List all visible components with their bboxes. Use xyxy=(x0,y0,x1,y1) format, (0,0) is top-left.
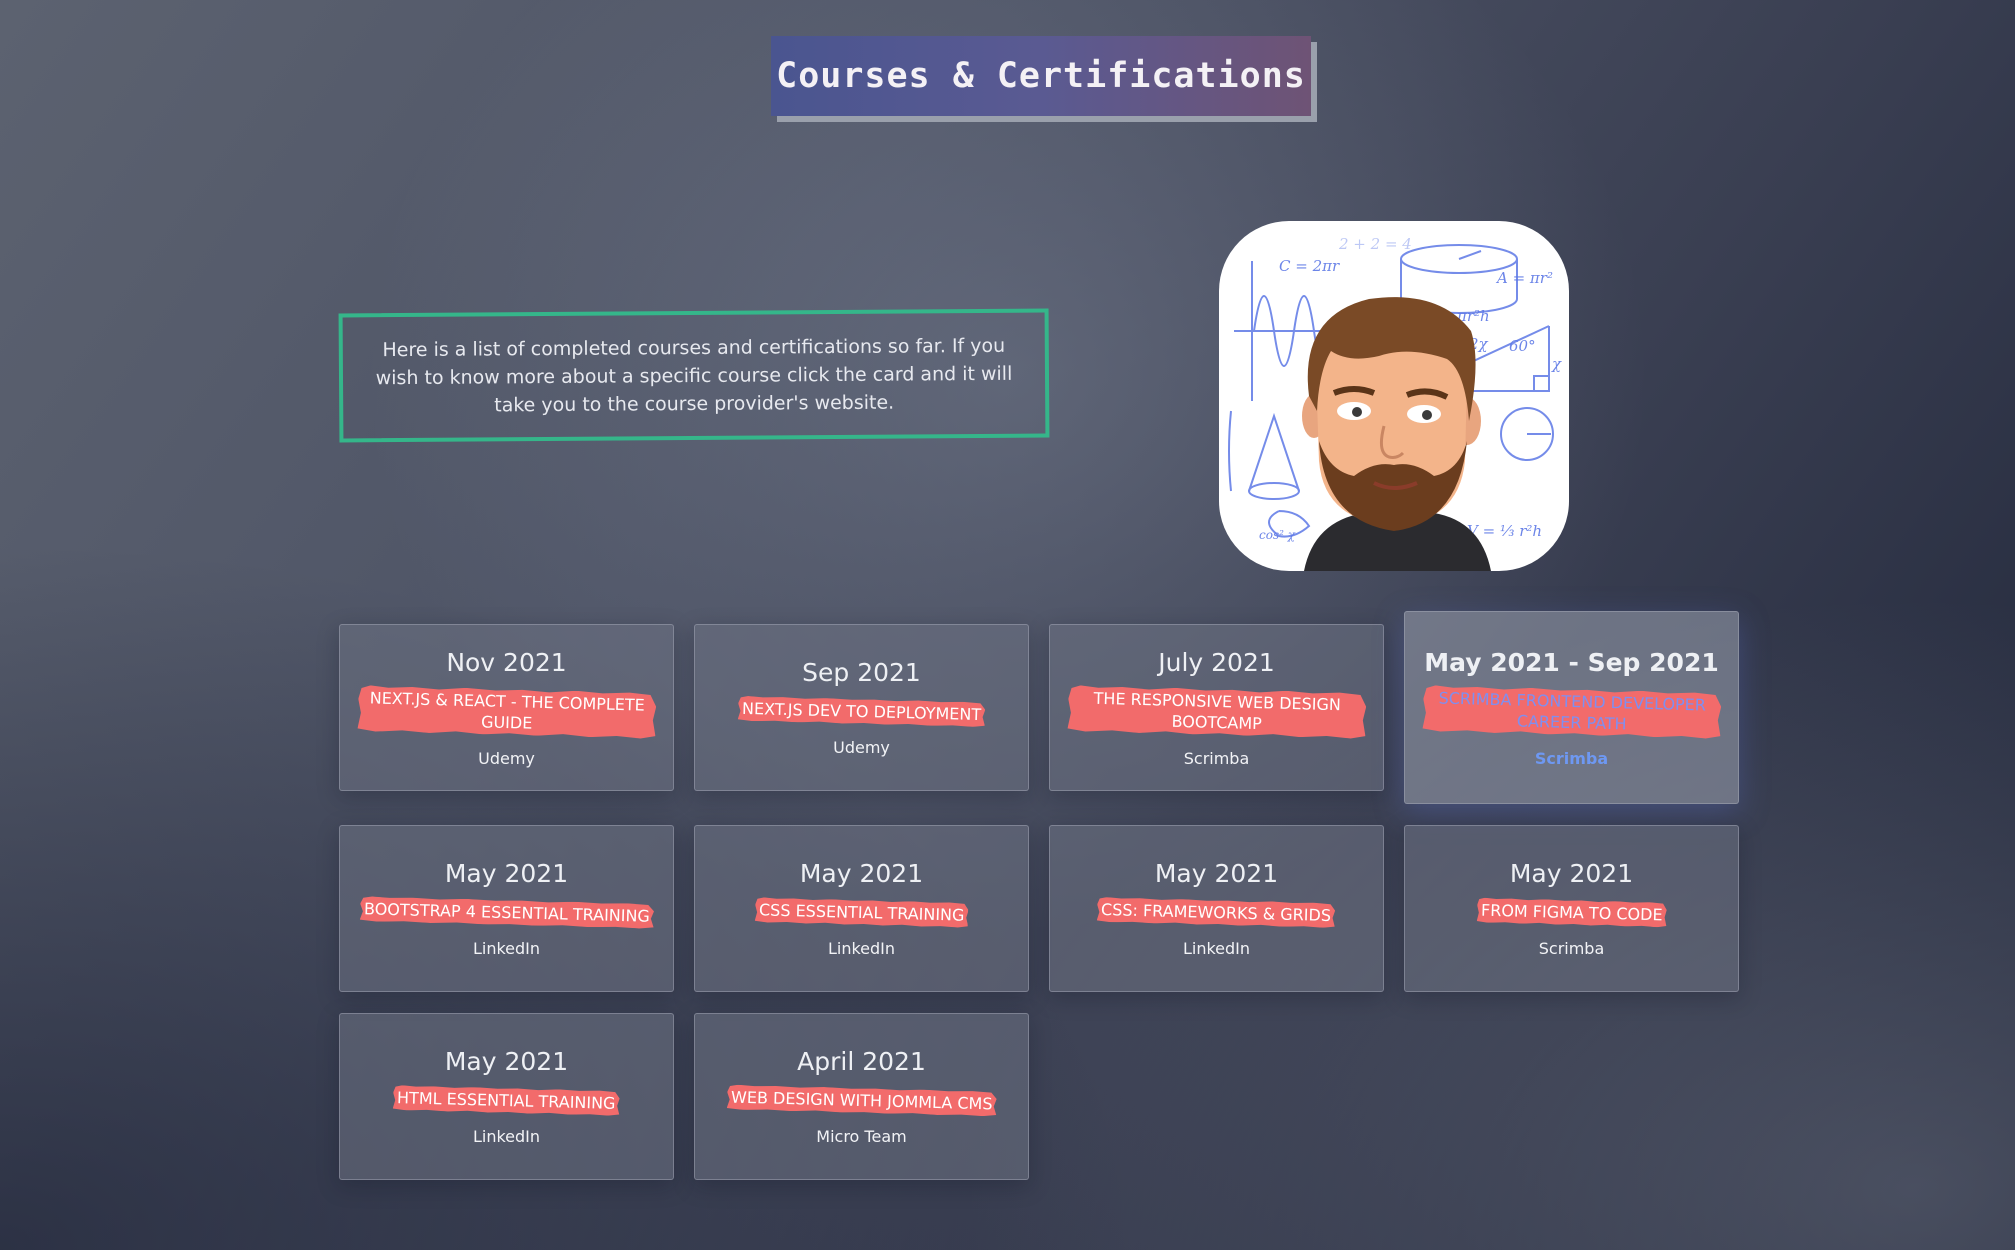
card-date: May 2021 xyxy=(799,859,924,888)
card-date: July 2021 xyxy=(1158,647,1275,677)
character xyxy=(1302,297,1491,571)
card-title: From Figma to Code xyxy=(1476,898,1666,928)
course-card[interactable]: Nov 2021 Next.js & React - The Complete … xyxy=(339,624,674,791)
card-title: CSS Essential Training xyxy=(754,897,968,928)
formula-cos: cos² χ xyxy=(1259,528,1296,542)
card-provider: Scrimba xyxy=(1538,939,1605,958)
formula-angle: 60° xyxy=(1509,337,1536,355)
card-provider: LinkedIn xyxy=(472,939,541,958)
card-title: HTML Essential Training xyxy=(393,1085,620,1116)
formula-circumference: C = 2πr xyxy=(1279,257,1340,275)
formula-sum: 2 + 2 = 4 xyxy=(1338,235,1412,253)
avatar: C = 2πr A = πr² πr²h 2χ 60° χ V = ⅓ r²h … xyxy=(1219,221,1569,571)
card-title: Web Design with Jommla CMS xyxy=(726,1084,996,1116)
intro-box: Here is a list of completed courses and … xyxy=(338,308,1050,443)
card-date: April 2021 xyxy=(797,1047,926,1076)
card-provider: Scrimba xyxy=(1183,748,1250,768)
page-title-banner: Courses & Certifications xyxy=(771,36,1317,122)
card-provider: LinkedIn xyxy=(827,939,896,958)
card-provider: LinkedIn xyxy=(472,1127,541,1146)
formula-area: A = πr² xyxy=(1495,269,1553,287)
title-box: Courses & Certifications xyxy=(771,36,1311,116)
card-date: May 2021 xyxy=(444,1047,569,1076)
card-title: CSS: Frameworks & Grids xyxy=(1097,897,1336,928)
course-card[interactable]: April 2021 Web Design with Jommla CMS Mi… xyxy=(694,1013,1029,1180)
card-title: Scrimba Frontend Developer Career Path xyxy=(1422,685,1721,739)
card-date: Nov 2021 xyxy=(446,647,567,677)
card-provider-link[interactable]: Scrimba xyxy=(1535,749,1608,768)
card-provider: LinkedIn xyxy=(1182,939,1251,958)
course-card[interactable]: May 2021 From Figma to Code Scrimba xyxy=(1404,825,1739,992)
course-card[interactable]: May 2021 HTML Essential Training LinkedI… xyxy=(339,1013,674,1180)
card-provider: Udemy xyxy=(833,738,890,757)
page-title: Courses & Certifications xyxy=(776,56,1306,96)
course-card[interactable]: May 2021 CSS: Frameworks & Grids LinkedI… xyxy=(1049,825,1384,992)
intro-text: Here is a list of completed courses and … xyxy=(375,334,1013,416)
card-title: Next.js & React - The Complete Guide xyxy=(357,685,656,739)
card-date: May 2021 - Sep 2021 xyxy=(1424,647,1719,677)
card-date: May 2021 xyxy=(1154,859,1279,888)
course-card[interactable]: July 2021 The Responsive Web Design Boot… xyxy=(1049,624,1384,791)
formula-side: χ xyxy=(1551,355,1562,373)
course-card[interactable]: Sep 2021 Next.js Dev to Deployment Udemy xyxy=(694,624,1029,791)
avatar-illustration: C = 2πr A = πr² πr²h 2χ 60° χ V = ⅓ r²h … xyxy=(1228,235,1562,571)
course-card[interactable]: May 2021 Bootstrap 4 Essential Training … xyxy=(339,825,674,992)
card-provider: Micro Team xyxy=(816,1127,907,1146)
course-card[interactable]: May 2021 CSS Essential Training LinkedIn xyxy=(694,825,1029,992)
card-title: The Responsive Web Design Bootcamp xyxy=(1067,685,1366,739)
formula-cone-volume: V = ⅓ r²h xyxy=(1467,522,1542,540)
card-date: May 2021 xyxy=(1509,859,1634,888)
card-date: Sep 2021 xyxy=(802,658,921,687)
card-title: Bootstrap 4 Essential Training xyxy=(359,896,653,929)
course-card-hovered[interactable]: May 2021 - Sep 2021 Scrimba Frontend Dev… xyxy=(1404,611,1739,804)
card-date: May 2021 xyxy=(444,859,569,888)
card-provider: Udemy xyxy=(478,748,535,768)
card-title: Next.js Dev to Deployment xyxy=(738,696,986,727)
